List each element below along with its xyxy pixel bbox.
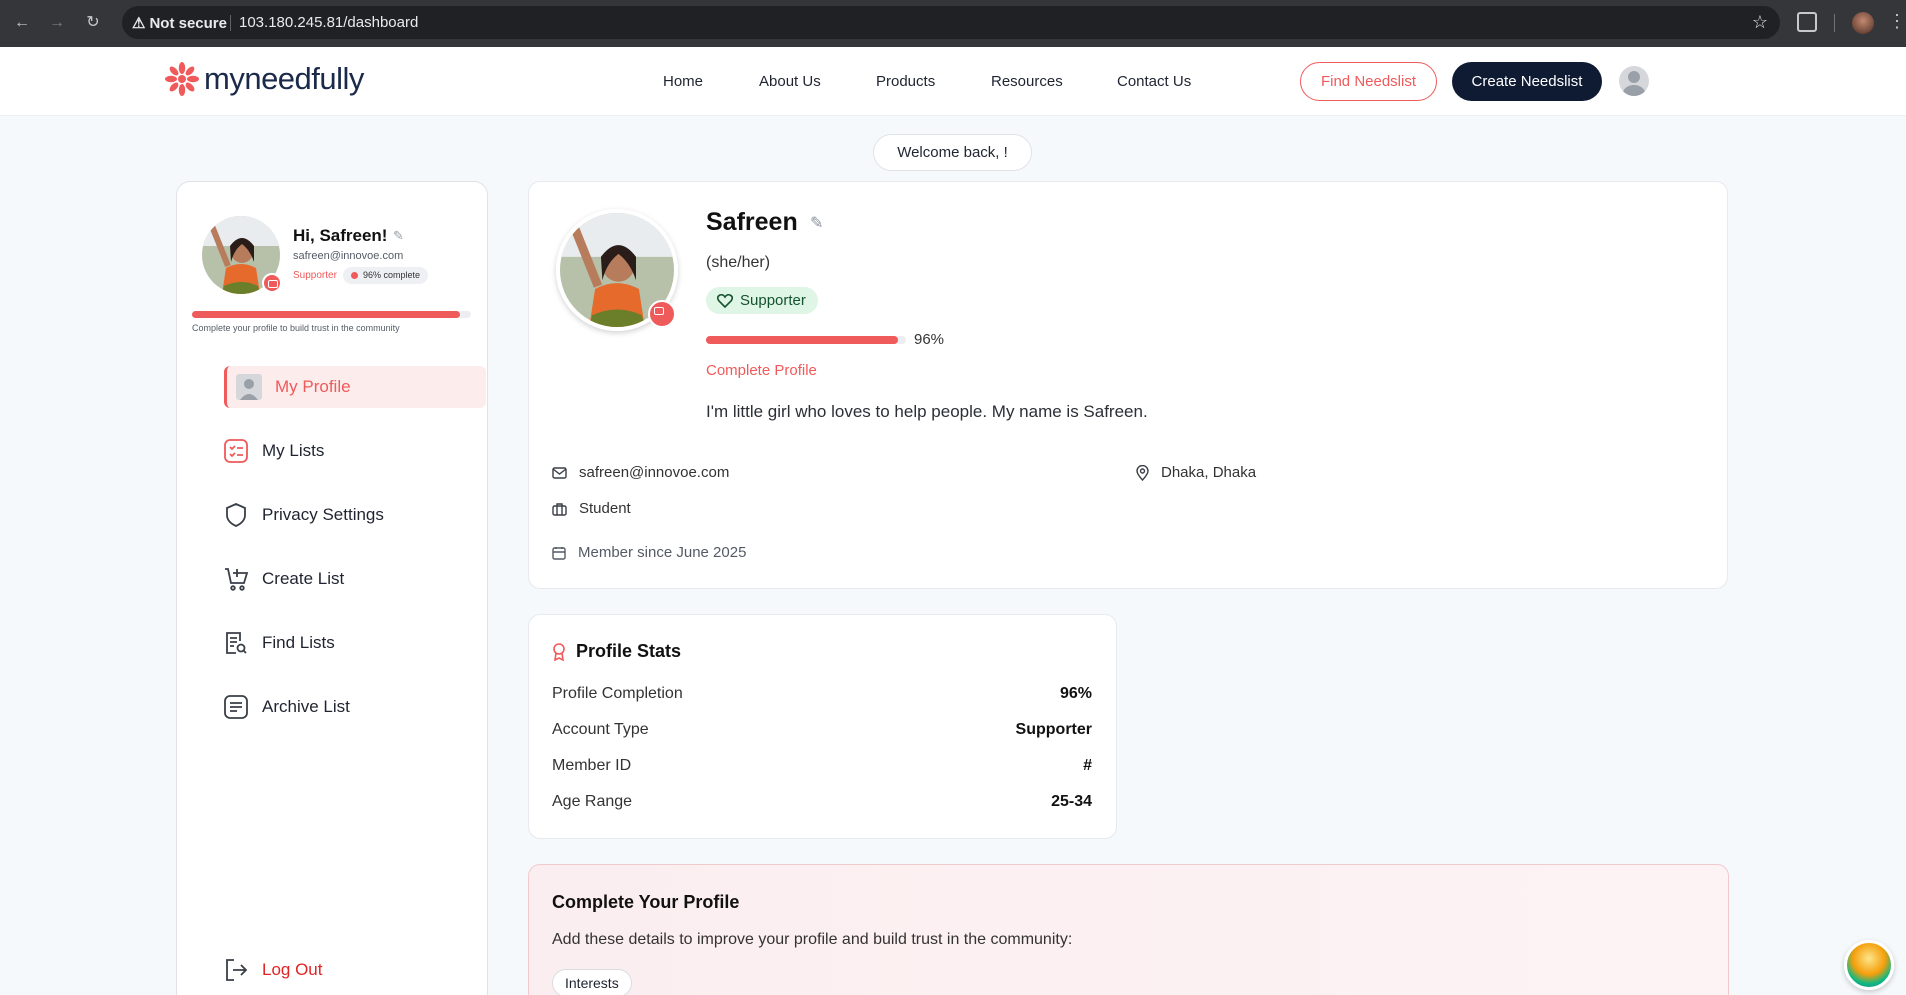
url-text[interactable]: 103.180.245.81/dashboard [239, 14, 418, 31]
reload-icon[interactable]: ↻ [83, 13, 103, 33]
welcome-banner: Welcome back, ! [873, 134, 1032, 171]
sidebar-item-label: Archive List [262, 697, 350, 716]
sidebar-item-privacy-settings[interactable]: Privacy Settings [222, 494, 484, 536]
progress-note: Complete your profile to build trust in … [192, 323, 400, 333]
sidebar-item-label: Privacy Settings [262, 505, 384, 524]
shield-icon [222, 501, 250, 529]
complete-profile-card: Complete Your Profile Add these details … [528, 864, 1729, 995]
site-logo[interactable]: myneedfully [164, 61, 364, 97]
warning-icon: ⚠ [132, 15, 146, 32]
heart-icon [717, 293, 733, 308]
supporter-badge: Supporter [706, 287, 818, 314]
profile-progress-label: 96% [914, 331, 945, 348]
nav-products[interactable]: Products [876, 73, 935, 90]
sidebar-role: Supporter [293, 270, 337, 281]
stat-row: Member ID # [552, 757, 1092, 774]
briefcase-icon [552, 502, 567, 516]
stat-row: Age Range 25-34 [552, 793, 1092, 810]
logout-button[interactable]: Log Out [222, 949, 484, 991]
checklist-icon [222, 437, 250, 465]
profile-stats-card: Profile Stats Profile Completion 96% Acc… [528, 614, 1117, 839]
extensions-icon[interactable] [1797, 12, 1817, 32]
sidebar-item-label: My Profile [275, 377, 351, 396]
sidebar-item-label: My Lists [262, 441, 325, 460]
logo-mark-icon [165, 62, 199, 96]
calendar-icon [552, 546, 566, 560]
complete-profile-link[interactable]: Complete Profile [706, 362, 817, 379]
omnibox-divider [230, 15, 231, 31]
profile-name: Safreen [706, 208, 798, 236]
sidebar-item-find-lists[interactable]: Find Lists [222, 622, 484, 664]
browser-menu-icon[interactable]: ⋮ [1888, 11, 1906, 32]
sidebar-item-create-list[interactable]: Create List [222, 558, 484, 600]
sidebar-item-label: Create List [262, 569, 345, 588]
nav-home[interactable]: Home [663, 73, 703, 90]
address-bar[interactable]: ⚠ Not secure 103.180.245.81/dashboard ☆ [122, 6, 1780, 39]
nav-contact-us[interactable]: Contact Us [1117, 73, 1191, 90]
mail-icon [552, 466, 567, 479]
cart-plus-icon [222, 565, 250, 593]
camera-icon[interactable] [262, 273, 282, 293]
list-search-icon [222, 629, 250, 657]
logo-text: myneedfully [204, 61, 364, 96]
archive-icon [222, 693, 250, 721]
award-icon [553, 642, 565, 661]
site-header: myneedfully Home About Us Products Resou… [0, 47, 1906, 116]
nav-resources[interactable]: Resources [991, 73, 1063, 90]
user-icon [235, 373, 263, 401]
profile-progress-bar [706, 336, 906, 344]
profile-pronouns: (she/her) [706, 254, 771, 271]
find-needslist-button[interactable]: Find Needslist [1300, 62, 1437, 101]
browser-profile-avatar[interactable] [1852, 12, 1874, 34]
stats-heading: Profile Stats [552, 641, 681, 662]
create-needslist-button[interactable]: Create Needslist [1452, 62, 1602, 101]
sidebar: Hi, Safreen! ✎ safreen@innovoe.com Suppo… [176, 181, 488, 995]
nav-about-us[interactable]: About Us [759, 73, 821, 90]
profile-bio: I'm little girl who loves to help people… [706, 402, 1148, 421]
sidebar-progress-bar [192, 311, 471, 318]
sidebar-item-my-profile[interactable]: My Profile [224, 366, 486, 408]
forward-icon[interactable]: → [47, 13, 67, 33]
location-pin-icon [1136, 464, 1149, 481]
security-indicator[interactable]: ⚠ Not secure [132, 14, 227, 33]
floating-assistant-icon[interactable] [1844, 940, 1894, 990]
logout-label: Log Out [262, 960, 323, 979]
profile-member-since-row: Member since June 2025 [552, 544, 746, 561]
missing-field-chip[interactable]: Interests [552, 969, 632, 995]
complete-profile-subtitle: Add these details to improve your profil… [552, 931, 1073, 948]
edit-icon[interactable]: ✎ [393, 228, 404, 244]
camera-icon[interactable] [648, 300, 676, 328]
profile-occupation-row: Student [552, 500, 631, 517]
complete-profile-heading: Complete Your Profile [552, 892, 740, 912]
bookmark-star-icon[interactable]: ☆ [1752, 12, 1768, 33]
sidebar-progress-fill [192, 311, 460, 318]
toolbar-divider [1834, 14, 1835, 32]
sidebar-item-archive-list[interactable]: Archive List [222, 686, 484, 728]
sidebar-item-my-lists[interactable]: My Lists [222, 430, 484, 472]
stat-row: Account Type Supporter [552, 721, 1092, 738]
sidebar-item-label: Find Lists [262, 633, 335, 652]
completion-pill: 96% complete [343, 267, 429, 284]
edit-icon[interactable]: ✎ [810, 213, 823, 233]
profile-location-row: Dhaka, Dhaka [1136, 464, 1256, 481]
stat-row: Profile Completion 96% [552, 685, 1092, 702]
user-avatar-icon[interactable] [1619, 66, 1649, 96]
sidebar-greeting: Hi, Safreen! [293, 226, 388, 245]
back-icon[interactable]: ← [12, 13, 32, 33]
browser-toolbar: ← → ↻ ⚠ Not secure 103.180.245.81/dashbo… [0, 0, 1906, 47]
profile-card: Safreen ✎ (she/her) Supporter 96% Comple… [528, 181, 1728, 589]
profile-email-row: safreen@innovoe.com [552, 464, 729, 481]
sidebar-email: safreen@innovoe.com [293, 250, 404, 262]
logout-icon [222, 956, 250, 984]
profile-progress-fill [706, 336, 898, 344]
